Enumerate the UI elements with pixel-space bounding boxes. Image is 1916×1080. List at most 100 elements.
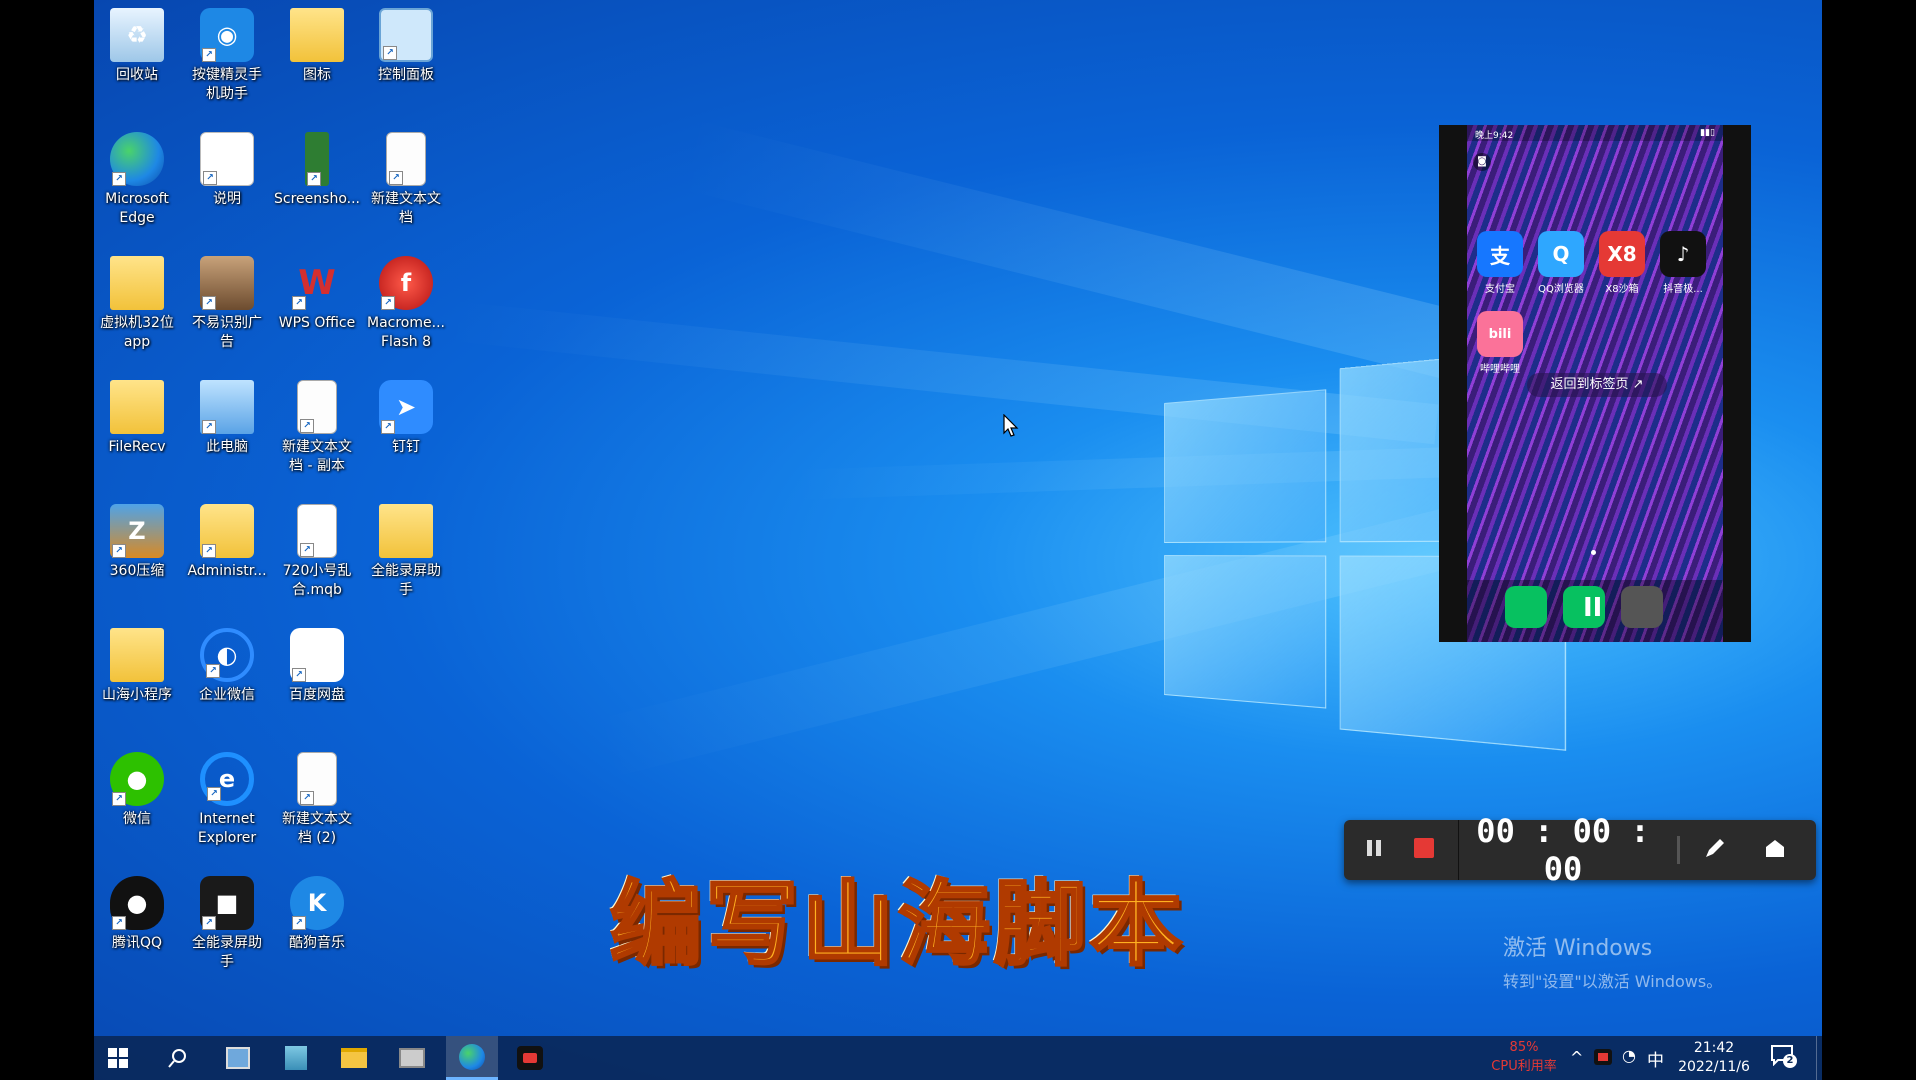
- desktop-icon[interactable]: FileRecv: [94, 380, 181, 457]
- phone-app[interactable]: X8 X8沙箱: [1593, 231, 1651, 295]
- minimize-recorder-button[interactable]: [1750, 837, 1800, 863]
- wechat-icon: ● ↗: [110, 752, 164, 806]
- desktop-icon[interactable]: Z ↗ 360压缩: [94, 504, 181, 581]
- phone-battery-icon: ▮▮▯: [1700, 128, 1715, 138]
- desktop-icon-label: 回收站: [116, 67, 158, 83]
- desktop-icon[interactable]: 全能录屏助 手: [362, 504, 450, 600]
- shortcut-arrow-icon: ↗: [389, 171, 403, 185]
- desktop-icon-label: 此电脑: [206, 439, 248, 455]
- taskbar-app-printer[interactable]: [388, 1036, 436, 1080]
- desktop-icon[interactable]: ↗ 控制面板: [362, 8, 450, 85]
- stop-button[interactable]: [1404, 836, 1444, 864]
- computer-icon: ↗: [200, 380, 254, 434]
- desktop-icon[interactable]: ◉ ↗ 按键精灵手 机助手: [183, 8, 271, 104]
- desktop-icon[interactable]: ↗ 720小号乱 合.mqb: [273, 504, 361, 600]
- desktop-icon[interactable]: ↗ Screensho...: [273, 132, 361, 209]
- desktop-icon-label: 新建文本文 档 - 副本: [282, 439, 352, 474]
- desktop-icon[interactable]: ↗ 不易识别广 告: [183, 256, 271, 352]
- mouse-cursor-icon: [1003, 414, 1019, 437]
- folder-icon: [110, 628, 164, 682]
- annotate-button[interactable]: [1680, 836, 1750, 864]
- desktop-icon[interactable]: ↗ 新建文本文 档 - 副本: [273, 380, 361, 476]
- phone-pause-overlay-icon[interactable]: II: [1583, 593, 1602, 623]
- desktop-icon[interactable]: e ↗ Internet Explorer: [183, 752, 271, 848]
- pen-icon: [1706, 839, 1724, 857]
- back-to-tab-label: 返回到标签页: [1550, 377, 1629, 392]
- building-icon: [285, 1046, 307, 1070]
- phone-screen[interactable]: 晚上9:42 ▮▮▯ ◙ 支支付宝 Q QQ浏览器 X8 X8沙箱 ♪ 抖音极... bili…: [1467, 125, 1723, 642]
- desktop-icon[interactable]: ♻ 回收站: [94, 8, 181, 85]
- recycle-bin-icon: ♻: [110, 8, 164, 62]
- desktop-icon[interactable]: ■ ↗ 全能录屏助 手: [183, 876, 271, 972]
- tray-recorder-icon[interactable]: [1594, 1049, 1612, 1065]
- desktop-icon[interactable]: f ↗ Macrome... Flash 8: [362, 256, 450, 352]
- desktop-icon[interactable]: ◐ ↗ 企业微信: [183, 628, 271, 705]
- desktop-icon[interactable]: ↗ Administr...: [183, 504, 271, 581]
- wecom-icon: ◐ ↗: [200, 628, 254, 682]
- camera-icon[interactable]: [1621, 586, 1663, 628]
- screen-recorder-icon: ■ ↗: [200, 876, 254, 930]
- taskbar-file-explorer[interactable]: [330, 1036, 378, 1080]
- show-desktop-button[interactable]: [1816, 1036, 1822, 1080]
- dingtalk-icon: ➤ ↗: [379, 380, 433, 434]
- phone-mirror-window[interactable]: 晚上9:42 ▮▮▯ ◙ 支支付宝 Q QQ浏览器 X8 X8沙箱 ♪ 抖音极... bili…: [1439, 125, 1751, 642]
- phone-page-indicator: [1591, 550, 1596, 555]
- shortcut-arrow-icon: ↗: [202, 916, 216, 930]
- ime-indicator[interactable]: 中: [1647, 1046, 1664, 1071]
- phone-app[interactable]: bili 哔哩哔哩: [1471, 311, 1529, 375]
- shortcut-arrow-icon: ↗: [307, 172, 321, 186]
- taskbar-app-building[interactable]: [272, 1036, 320, 1080]
- desktop-icon[interactable]: 虚拟机32位 app: [94, 256, 181, 352]
- screen-recorder-toolbar: 00 : 00 : 00: [1344, 812, 1816, 888]
- desktop-icon-label: WPS Office: [278, 315, 356, 331]
- taskbar-screen-recorder[interactable]: [506, 1036, 554, 1080]
- clock[interactable]: 21:42 2022/11/6: [1674, 1039, 1754, 1077]
- phone-app[interactable]: ♪ 抖音极...: [1654, 231, 1712, 295]
- desktop-icon[interactable]: W ↗ 说明: [183, 132, 271, 209]
- blank-file-icon: ↗: [297, 504, 337, 558]
- desktop-icon[interactable]: ● ↗ 微信: [94, 752, 181, 829]
- taskbar-edge[interactable]: [446, 1036, 498, 1080]
- text-file-icon: ↗: [386, 132, 426, 186]
- screen-recorder-icon: [517, 1046, 543, 1070]
- desktop-icon-label: 全能录屏助 手: [371, 563, 441, 598]
- activate-title: 激活 Windows: [1503, 936, 1653, 961]
- activate-windows-watermark: 激活 Windows 转到"设置"以激活 Windows。: [1503, 930, 1722, 992]
- desktop-icon[interactable]: ● ↗ 腾讯QQ: [94, 876, 181, 953]
- desktop-icon-label: 新建文本文 档 (2): [282, 811, 352, 846]
- phone-app[interactable]: 支支付宝: [1471, 231, 1529, 295]
- network-icon[interactable]: ◔: [1622, 1046, 1636, 1065]
- desktop-icon[interactable]: ✿ ↗ 百度网盘: [273, 628, 361, 705]
- shortcut-arrow-icon: ↗: [112, 544, 126, 558]
- desktop-icon-label: 按键精灵手 机助手: [192, 67, 262, 102]
- show-hidden-icons-button[interactable]: ^: [1570, 1048, 1583, 1067]
- notification-center-button[interactable]: 2: [1770, 1044, 1800, 1072]
- start-button[interactable]: [94, 1036, 142, 1080]
- desktop-icon[interactable]: ↗ 此电脑: [183, 380, 271, 457]
- desktop-icon-label: 虚拟机32位 app: [100, 315, 174, 350]
- desktop-icon[interactable]: ↗ Microsoft Edge: [94, 132, 181, 228]
- shortcut-arrow-icon: ↗: [202, 420, 216, 434]
- shortcut-arrow-icon: ↗: [292, 296, 306, 310]
- wechat-icon[interactable]: [1505, 586, 1547, 628]
- cpu-usage-widget[interactable]: 85% CPU利用率: [1484, 1038, 1564, 1076]
- desktop-icon[interactable]: W ↗ WPS Office: [273, 256, 361, 333]
- shortcut-arrow-icon: ↗: [383, 46, 397, 60]
- pause-button[interactable]: [1344, 837, 1404, 863]
- desktop-icon-label: Screensho...: [274, 191, 360, 207]
- taskbar-app-network-tool[interactable]: [214, 1036, 262, 1080]
- phone-app-label: 支付宝: [1485, 284, 1515, 295]
- desktop-icon[interactable]: ➤ ↗ 钉钉: [362, 380, 450, 457]
- shortcut-arrow-icon: ↗: [112, 792, 126, 806]
- phone-app[interactable]: Q QQ浏览器: [1532, 231, 1590, 295]
- search-button[interactable]: [154, 1036, 202, 1080]
- desktop-icon[interactable]: 图标: [273, 8, 361, 85]
- shortcut-arrow-icon: ↗: [112, 172, 126, 186]
- desktop-icon[interactable]: K ↗ 酷狗音乐: [273, 876, 361, 953]
- desktop-icon[interactable]: 山海小程序: [94, 628, 181, 705]
- phone-screenshot-icon[interactable]: ◙: [1473, 153, 1491, 171]
- shortcut-arrow-icon: ↗: [300, 419, 314, 433]
- back-to-tab-pill[interactable]: 返回到标签页 ↗: [1527, 373, 1667, 397]
- desktop-icon[interactable]: ↗ 新建文本文 档 (2): [273, 752, 361, 848]
- desktop-icon[interactable]: ↗ 新建文本文 档: [362, 132, 450, 228]
